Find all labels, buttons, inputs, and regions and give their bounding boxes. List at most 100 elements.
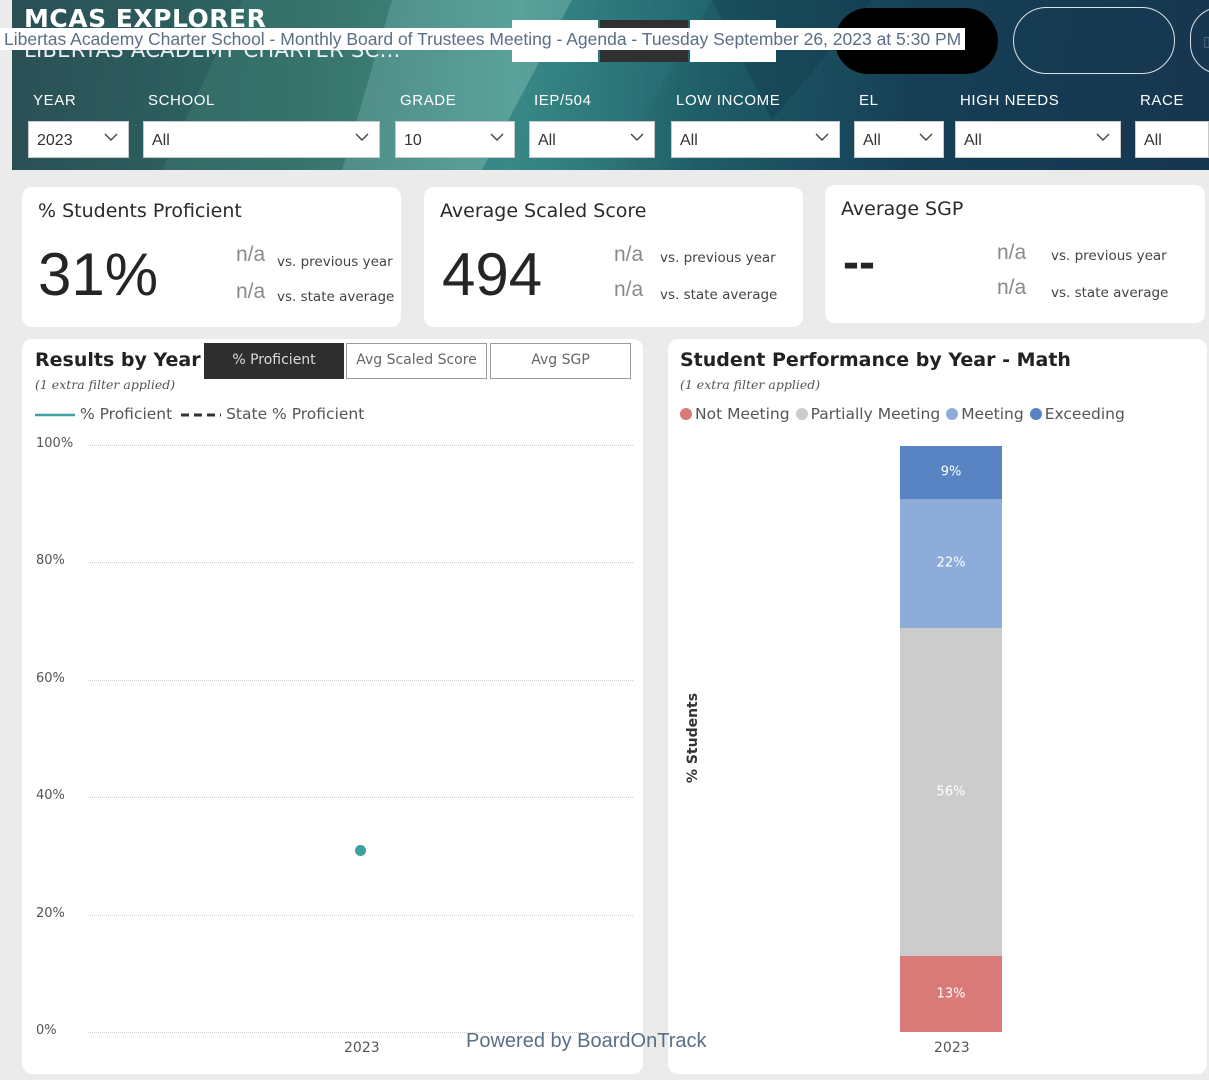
filter-value: All (1144, 132, 1162, 149)
chevron-down-icon (815, 133, 829, 141)
kpi-title: Average Scaled Score (440, 200, 647, 222)
bar-segment-exceeding[interactable]: 9% (900, 446, 1002, 499)
gridline (88, 679, 633, 681)
kpi-card-proficient: % Students Proficient 31% n/a vs. previo… (22, 187, 401, 327)
kpi-title: Average SGP (841, 198, 964, 220)
kpi-value: 494 (442, 241, 543, 308)
y-tick-label: 20% (36, 905, 65, 921)
kpi-prev-note: vs. previous year (277, 254, 393, 270)
chevron-down-icon (104, 133, 118, 141)
filter-value: All (964, 132, 982, 149)
kpi-prev-na: n/a (236, 243, 266, 266)
dashed-line-icon (181, 413, 222, 416)
legend-label: Not Meeting (695, 405, 790, 423)
filter-dropdown-el[interactable]: All (854, 121, 944, 158)
legend-state-proficient: State % Proficient (226, 405, 365, 423)
bar-segment-partially-meeting[interactable]: 56% (900, 627, 1002, 956)
filter-value: All (152, 132, 170, 149)
kpi-state-na: n/a (236, 280, 266, 303)
bar-data-label: 56% (936, 784, 966, 800)
filter-label-year: YEAR (33, 92, 77, 109)
kpi-value: -- (843, 236, 875, 289)
y-tick-label: 100% (36, 436, 74, 451)
bar-data-label: 22% (936, 555, 966, 571)
legend-label: Exceeding (1044, 405, 1125, 423)
performance-panel-title: Student Performance by Year - Math (680, 349, 1071, 371)
filter-label-grade: GRADE (400, 92, 457, 109)
y-tick-label: 0% (36, 1023, 57, 1038)
kpi-state-note: vs. state average (660, 287, 778, 303)
performance-ylabel: % Students (685, 692, 702, 784)
data-point-proficient[interactable] (354, 844, 366, 856)
kpi-card-sgp: Average SGP -- n/a vs. previous year n/a… (825, 185, 1205, 323)
kpi-prev-na: n/a (997, 241, 1027, 264)
filter-label-el: EL (859, 92, 879, 109)
toggle-avg-scaled-score[interactable]: Avg Scaled Score (346, 343, 487, 379)
kpi-state-na: n/a (614, 278, 644, 301)
filter-value: All (863, 132, 881, 149)
results-legend: % Proficient State % Proficient (35, 405, 364, 423)
kpi-value: 31% (38, 241, 159, 308)
kpi-prev-note: vs. previous year (1051, 248, 1167, 264)
chevron-down-icon (630, 133, 644, 141)
legend-item: Partially Meeting (795, 405, 941, 423)
chevron-down-icon (919, 133, 933, 141)
gridline (88, 797, 633, 799)
header-pill-button-2[interactable] (1013, 7, 1175, 74)
filter-label-school: SCHOOL (148, 92, 215, 109)
performance-legend: Not Meeting Partially Meeting Meeting Excee… (680, 405, 1131, 423)
filter-dropdown-high-needs[interactable]: All (955, 121, 1121, 158)
chevron-down-icon (355, 133, 369, 141)
filter-value: 10 (404, 132, 422, 149)
filter-dropdown-year[interactable]: 2023 (28, 121, 129, 158)
legend-dot-icon (946, 408, 959, 420)
legend-dot-icon (1029, 408, 1042, 420)
meeting-title-banner: Libertas Academy Charter School - Monthl… (0, 28, 966, 50)
performance-panel-subtitle: (1 extra filter applied) (680, 377, 821, 392)
filter-dropdown-school[interactable]: All (143, 121, 380, 158)
x-tick-label: 2023 (934, 1040, 970, 1056)
filter-value: All (680, 132, 698, 149)
results-by-year-panel (22, 339, 643, 1074)
results-panel-subtitle: (1 extra filter applied) (35, 377, 176, 392)
filter-dropdown-grade[interactable]: 10 (395, 121, 515, 158)
legend-item: Not Meeting (680, 405, 790, 423)
bar-data-label: 9% (940, 464, 962, 480)
legend-item: Exceeding (1029, 405, 1125, 423)
kpi-state-note: vs. state average (1051, 285, 1169, 301)
kpi-title: % Students Proficient (38, 200, 242, 222)
bar-data-label: 13% (936, 986, 966, 1002)
y-tick-label: 60% (36, 670, 65, 686)
kpi-prev-note: vs. previous year (660, 250, 776, 266)
kpi-card-scaled-score: Average Scaled Score 494 n/a vs. previou… (424, 187, 803, 327)
solid-line-icon (35, 413, 75, 416)
kpi-state-note: vs. state average (277, 289, 395, 305)
y-tick-label: 80% (36, 553, 65, 569)
x-tick-label: 2023 (344, 1040, 380, 1056)
toggle-avg-sgp[interactable]: Avg SGP (490, 343, 631, 379)
filter-label-high-needs: HIGH NEEDS (960, 92, 1060, 109)
bar-segment-meeting[interactable]: 22% (900, 498, 1002, 628)
filter-value: All (538, 132, 556, 149)
kpi-state-na: n/a (997, 276, 1027, 299)
filter-dropdown-low-income[interactable]: All (671, 121, 840, 158)
gridline (88, 914, 633, 916)
powered-by-footer: Powered by BoardOnTrack (466, 1030, 707, 1052)
filter-dropdown-race[interactable]: All (1135, 121, 1209, 158)
filter-label-race: RACE (1140, 92, 1185, 109)
gridline (88, 445, 633, 446)
filter-label-low-income: LOW INCOME (676, 92, 781, 109)
toggle-proficient[interactable]: % Proficient (204, 343, 344, 379)
filter-dropdown-iep-504[interactable]: All (529, 121, 655, 158)
legend-label: Partially Meeting (810, 405, 941, 423)
filter-value: 2023 (37, 132, 73, 149)
kpi-prev-na: n/a (614, 243, 644, 266)
chevron-down-icon (1096, 133, 1110, 141)
document-icon: ▯ (1203, 33, 1209, 49)
legend-dot-icon (680, 408, 692, 420)
legend-item: Meeting (946, 405, 1024, 423)
filter-label-iep-504: IEP/504 (534, 92, 592, 109)
results-panel-title: Results by Year (35, 349, 201, 371)
legend-dot-icon (795, 408, 808, 420)
bar-segment-not-meeting[interactable]: 13% (900, 955, 1002, 1032)
